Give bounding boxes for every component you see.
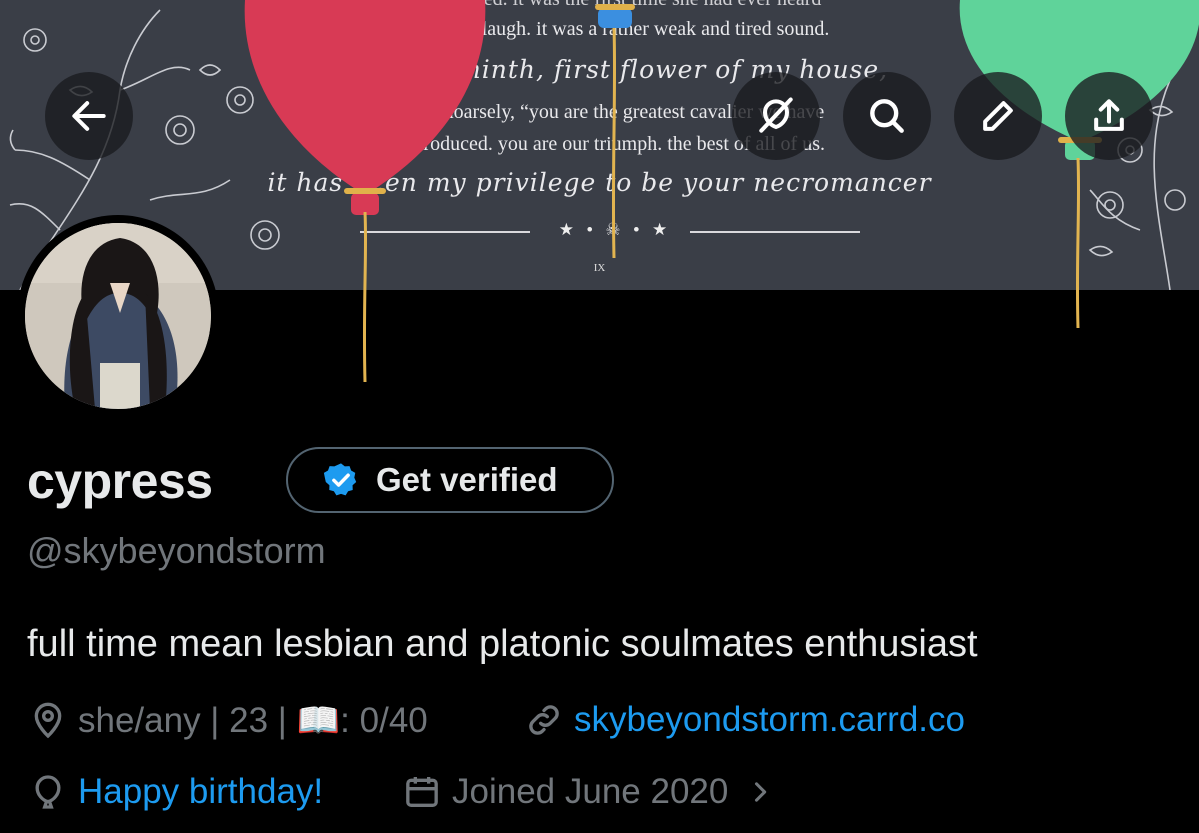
get-verified-button[interactable]: Get verified [286,447,614,513]
birthday-text[interactable]: Happy birthday! [78,772,323,812]
website-link[interactable]: skybeyondstorm.carrd.co [524,700,965,740]
pencil-icon [983,101,1013,131]
back-button[interactable] [45,72,133,160]
chevron-right-icon [755,782,767,802]
birthday-item[interactable]: Happy birthday! [28,772,323,812]
edit-button[interactable] [954,72,1042,160]
joined-text: Joined June 2020 [452,772,729,811]
share-button[interactable] [1065,72,1153,160]
balloon-string [1075,158,1081,329]
avatar-photo [25,223,211,409]
balloon-toggle-button[interactable] [732,72,820,160]
bio: full time mean lesbian and platonic soul… [27,623,978,665]
balloon-string [362,212,368,383]
avatar[interactable] [17,215,219,417]
joined-item[interactable]: Joined June 2020 [402,772,774,812]
balloon-off-icon [759,97,793,133]
search-button[interactable] [843,72,931,160]
website-text[interactable]: skybeyondstorm.carrd.co [574,700,965,740]
handle: @skybeyondstorm [27,530,326,571]
search-icon [870,99,904,133]
verified-badge-icon [323,463,357,496]
calendar-icon [406,777,438,807]
location-text: she/any | 23 | 📖: 0/40 [78,701,428,740]
arrow-left-icon [72,101,106,131]
link-icon [529,705,559,735]
get-verified-label: Get verified [376,461,558,498]
display-name: cypress [27,453,213,509]
red-balloon-icon [244,0,486,215]
banner-quote-script-line: it has been my privilege to be your necr… [267,168,932,197]
location-item: she/any | 23 | 📖: 0/40 [28,700,428,741]
location-pin-icon [34,702,62,738]
balloon-string [611,28,617,259]
share-icon [1094,99,1124,131]
balloon-icon [35,775,61,809]
